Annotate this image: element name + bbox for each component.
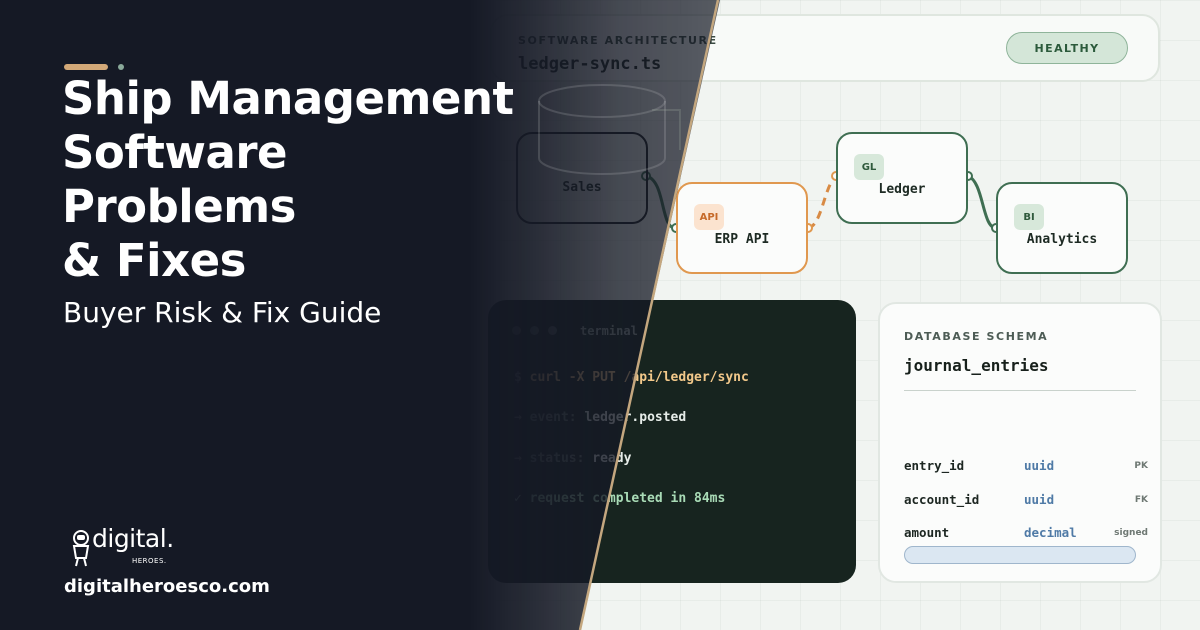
terminal-value: ledger.posted xyxy=(584,410,687,425)
field-key: PK xyxy=(1134,461,1148,471)
terminal-value: ready xyxy=(592,451,632,466)
bi-tag-icon: BI xyxy=(1014,204,1044,230)
terminal-result: request completed in 84ms xyxy=(529,491,726,506)
window-dot-icon xyxy=(548,326,557,335)
prompt-icon: $ xyxy=(514,370,530,385)
gl-tag-icon: GL xyxy=(854,154,884,180)
logo-wordmark: digital. xyxy=(92,524,174,553)
logo-subtext: HEROES. xyxy=(132,557,167,565)
field-key: FK xyxy=(1134,495,1148,505)
website-link[interactable]: digitalheroesco.com xyxy=(64,576,270,597)
title-line: Software xyxy=(62,126,288,179)
field-name: entry_id xyxy=(904,458,965,473)
arrow-icon: → xyxy=(514,410,530,425)
arrow-icon: → xyxy=(514,451,530,466)
node-ledger-label: Ledger xyxy=(878,182,926,197)
field-name: account_id xyxy=(904,492,980,507)
schema-row: amount decimal signed xyxy=(904,525,1148,545)
field-type: decimal xyxy=(1024,525,1077,540)
connector-sales-erp xyxy=(645,174,677,230)
title-line: Problems xyxy=(62,180,296,233)
accent-bar xyxy=(64,64,108,70)
divider xyxy=(904,390,1136,391)
field-name: amount xyxy=(904,525,950,540)
node-analytics-label: Analytics xyxy=(1026,232,1098,247)
page-title: Ship Management Software Problems & Fixe… xyxy=(62,72,514,288)
field-key: signed xyxy=(1114,528,1148,538)
title-line: & Fixes xyxy=(62,234,246,287)
astronaut-logo-icon xyxy=(72,530,90,567)
node-erp-api-label: ERP API xyxy=(714,232,770,247)
terminal-line: ✓ request completed in 84ms xyxy=(514,491,725,506)
terminal-line: → event: ledger.posted xyxy=(514,410,686,425)
node-sales[interactable]: Sales xyxy=(516,132,648,224)
field-type: uuid xyxy=(1024,492,1055,507)
window-dot-icon xyxy=(512,326,521,335)
node-sales-label: Sales xyxy=(562,180,602,195)
connector-erp-ledger xyxy=(807,174,838,230)
node-analytics[interactable]: BI Analytics xyxy=(996,182,1128,274)
page-subtitle: Buyer Risk & Fix Guide xyxy=(63,296,382,329)
check-icon: ✓ xyxy=(514,491,530,506)
schema-kicker: DATABASE SCHEMA xyxy=(904,330,1049,343)
node-erp-api[interactable]: API ERP API xyxy=(676,182,808,274)
terminal-key: event: xyxy=(529,410,585,425)
title-line: Ship Management xyxy=(62,72,514,125)
terminal-line: → status: ready xyxy=(514,451,631,466)
schema-table-name: journal_entries xyxy=(904,356,1049,375)
terminal-window: terminal $ curl -X PUT /api/ledger/sync … xyxy=(488,300,856,583)
schema-highlight-bar xyxy=(904,546,1136,564)
terminal-line: $ curl -X PUT /api/ledger/sync xyxy=(514,370,749,385)
brand-logo[interactable]: digital. HEROES. xyxy=(70,524,200,570)
terminal-title: terminal xyxy=(580,324,638,338)
accent-dot xyxy=(118,64,124,70)
database-schema-card: DATABASE SCHEMA journal_entries entry_id… xyxy=(878,302,1162,583)
terminal-command: curl -X PUT /api/ledger/sync xyxy=(529,370,749,385)
schema-row: account_id uuid FK xyxy=(904,492,1148,512)
api-tag-icon: API xyxy=(694,204,724,230)
node-ledger[interactable]: GL Ledger xyxy=(836,132,968,224)
terminal-key: status: xyxy=(529,451,593,466)
schema-row: entry_id uuid PK xyxy=(904,458,1148,478)
window-dot-icon xyxy=(530,326,539,335)
connector-ledger-analytics xyxy=(967,174,997,230)
field-type: uuid xyxy=(1024,458,1055,473)
